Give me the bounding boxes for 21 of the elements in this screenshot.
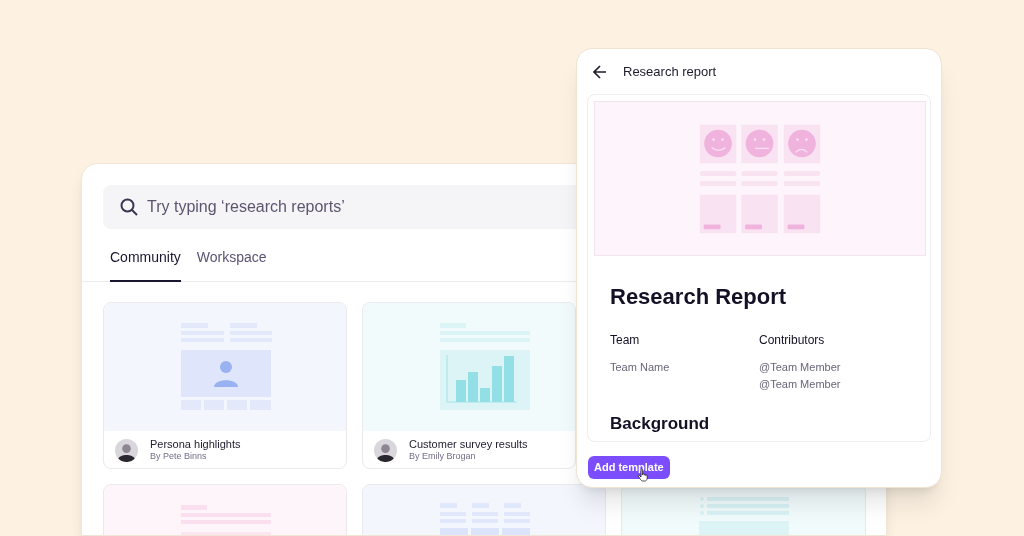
avatar (374, 438, 397, 462)
tab[interactable]: Community (110, 245, 181, 282)
panel-title: Research report (623, 62, 717, 81)
add-template-button[interactable]: Add template (588, 455, 670, 479)
field-value: Team Name (610, 360, 671, 375)
field-label: Contributors (759, 332, 826, 349)
card-title: Persona highlights (150, 437, 241, 452)
card-title: Customer survey results (409, 437, 528, 452)
card-author: By Emily Brogan (409, 451, 477, 463)
field-value: @Team Member (759, 377, 842, 392)
section-heading: Background (610, 413, 711, 435)
template-card[interactable]: Persona highlights By Pete Binns (103, 302, 347, 469)
field-label: Team (610, 332, 641, 349)
tab[interactable]: Workspace (196, 245, 267, 282)
card-author: By Pete Binns (150, 451, 208, 463)
field-value: @Team Member (759, 360, 842, 375)
document-heading: Research Report (610, 283, 788, 311)
search-icon (120, 198, 138, 216)
avatar (115, 438, 138, 462)
template-card[interactable]: Customer survey results By Emily Brogan (362, 302, 576, 469)
back-arrow-icon[interactable] (593, 64, 607, 79)
